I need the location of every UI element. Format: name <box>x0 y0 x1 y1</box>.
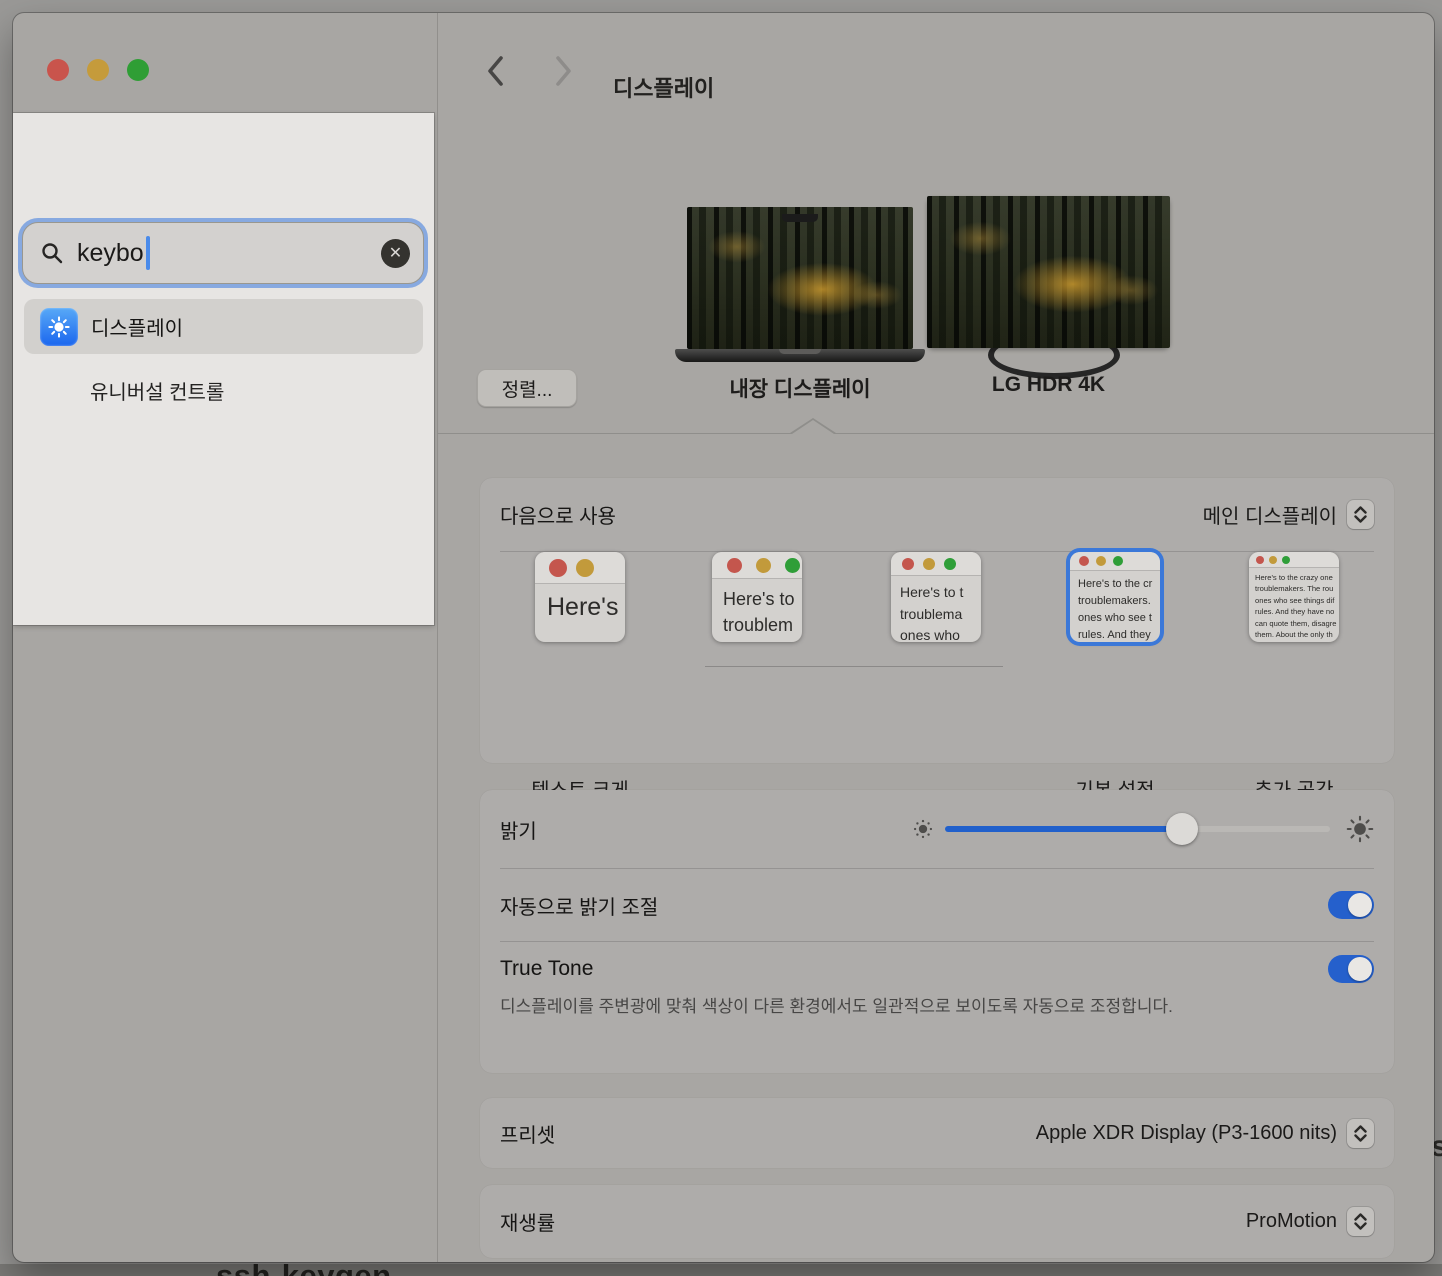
auto-brightness-toggle[interactable] <box>1328 891 1374 919</box>
preset-row: 프리셋 Apple XDR Display (P3-1600 nits) <box>480 1098 1394 1168</box>
mini-window-text: Here's to the crtroublemakers.ones who s… <box>1070 571 1160 642</box>
laptop-base <box>675 349 925 362</box>
scaling-option-2[interactable]: Here's totroublem <box>712 552 802 642</box>
minimize-window-button[interactable] <box>87 59 109 81</box>
mini-window-text: Here's to ttroublemaones who <box>891 576 981 642</box>
brightness-slider[interactable] <box>945 813 1330 845</box>
scaling-option-more-space[interactable]: Here's to the crazy onetroublemakers. Th… <box>1249 552 1339 642</box>
search-result-universal-control[interactable]: 유니버설 컨트롤 <box>24 365 423 415</box>
search-suggestions-panel: keybo ✕ <box>13 113 434 625</box>
display-settings-pane: 디스플레이 내장 디스플레이 LG HDR 4K 정렬... 다음으로 사용 <box>437 13 1434 1262</box>
search-input[interactable]: keybo ✕ <box>22 222 424 284</box>
mini-window-titlebar <box>1070 552 1160 571</box>
true-tone-description: 디스플레이를 주변광에 맞춰 색상이 다른 환경에서도 일관적으로 보이도록 자… <box>500 992 1235 1022</box>
scaling-connector-line <box>705 666 1003 667</box>
preset-value: Apple XDR Display (P3-1600 nits) <box>1036 1122 1337 1145</box>
search-icon <box>40 241 64 265</box>
brightness-label: 밝기 <box>500 815 537 844</box>
brightness-knob[interactable] <box>1166 813 1198 845</box>
close-window-button[interactable] <box>47 59 69 81</box>
zoom-window-button[interactable] <box>127 59 149 81</box>
true-tone-label: True Tone <box>500 957 593 981</box>
auto-brightness-row: 자동으로 밝기 조절 <box>480 869 1394 941</box>
scaling-option-3[interactable]: Here's to ttroublemaones who <box>891 552 981 642</box>
refresh-rate-label: 재생률 <box>500 1207 555 1236</box>
scaling-option-larger-text[interactable]: Here's <box>535 552 625 642</box>
preset-card: 프리셋 Apple XDR Display (P3-1600 nits) <box>480 1098 1394 1168</box>
use-as-dropdown[interactable] <box>1347 500 1374 529</box>
mini-window-titlebar <box>535 552 625 584</box>
wallpaper-forest <box>927 196 1170 348</box>
display-settings-icon <box>40 308 78 346</box>
display-name-builtin: 내장 디스플레이 <box>687 373 913 403</box>
mini-window-titlebar <box>712 552 802 579</box>
search-result-display[interactable]: 디스플레이 <box>24 299 423 354</box>
display-name-lg: LG HDR 4K <box>927 373 1170 397</box>
brightness-card: 밝기 <box>480 790 1394 1073</box>
forward-button[interactable] <box>550 54 576 88</box>
preset-dropdown[interactable] <box>1347 1119 1374 1148</box>
search-result-label: 디스플레이 <box>91 312 183 341</box>
scaling-option-default[interactable]: Here's to the crtroublemakers.ones who s… <box>1070 552 1160 642</box>
search-input-value: keybo <box>77 239 144 268</box>
clear-search-icon[interactable]: ✕ <box>381 239 410 268</box>
screenshot-root: ssh-keygen s keybo ✕ <box>0 0 1442 1276</box>
brightness-low-icon <box>913 819 933 839</box>
use-as-value: 메인 디스플레이 <box>1203 500 1337 529</box>
system-settings-window: keybo ✕ <box>13 13 1434 1262</box>
section-divider <box>437 433 1434 434</box>
back-button[interactable] <box>482 54 508 88</box>
text-cursor <box>146 236 150 270</box>
auto-brightness-label: 자동으로 밝기 조절 <box>500 891 658 920</box>
use-as-label: 다음으로 사용 <box>500 500 616 529</box>
brightness-high-icon <box>1346 815 1374 843</box>
refresh-rate-value: ProMotion <box>1246 1210 1337 1233</box>
brightness-fill <box>945 826 1182 832</box>
arrange-displays-button[interactable]: 정렬... <box>477 369 577 407</box>
wallpaper-forest <box>687 207 913 349</box>
sidebar: keybo ✕ <box>13 13 437 1262</box>
use-as-row: 다음으로 사용 메인 디스플레이 <box>480 478 1394 551</box>
scaling-options: Here's Here's totroublem Here's to ttrou… <box>480 552 1394 763</box>
true-tone-toggle[interactable] <box>1328 955 1374 983</box>
search-result-label: 유니버설 컨트롤 <box>90 376 224 405</box>
brightness-row: 밝기 <box>480 790 1394 868</box>
page-title: 디스플레이 <box>613 71 714 103</box>
resolution-card: 다음으로 사용 메인 디스플레이 Here's <box>480 478 1394 763</box>
true-tone-row: True Tone 디스플레이를 주변광에 맞춰 색상이 다른 환경에서도 일관… <box>480 942 1394 1038</box>
mini-window-text: Here's <box>535 584 625 622</box>
display-thumbnail-lg-hdr-4k[interactable] <box>927 196 1170 348</box>
mini-window-text: Here's to the crazy onetroublemakers. Th… <box>1249 568 1339 642</box>
preset-label: 프리셋 <box>500 1119 555 1148</box>
laptop-notch <box>782 214 818 222</box>
refresh-rate-card: 재생률 ProMotion <box>480 1185 1394 1258</box>
refresh-rate-dropdown[interactable] <box>1347 1207 1374 1236</box>
display-thumbnail-builtin[interactable] <box>687 207 913 349</box>
selected-display-pointer <box>792 420 834 434</box>
mini-window-titlebar <box>891 552 981 576</box>
mini-window-text: Here's totroublem <box>712 579 802 638</box>
mini-window-titlebar <box>1249 552 1339 568</box>
refresh-rate-row: 재생률 ProMotion <box>480 1185 1394 1258</box>
laptop-base-notch <box>779 349 821 354</box>
